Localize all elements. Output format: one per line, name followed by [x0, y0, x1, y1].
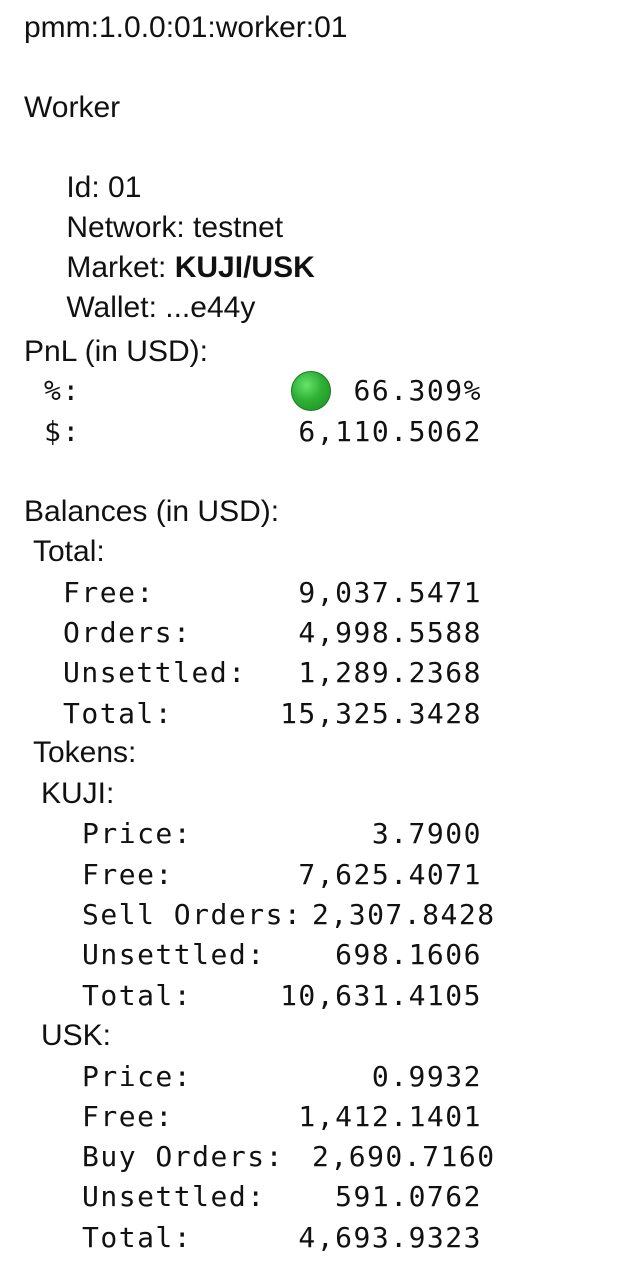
- worker-wallet-value: ...e44y: [165, 291, 256, 324]
- worker-network-row: Network: testnet: [33, 168, 283, 244]
- worker-id-row: Id: 01: [33, 128, 141, 204]
- usk-unsettled-label: Unsettled:: [82, 1180, 266, 1213]
- total-total-value: 15,325.3428: [280, 697, 482, 730]
- total-unsettled-label: Unsettled:: [63, 656, 247, 689]
- pnl-usd-value: 6,110.5062: [298, 415, 482, 448]
- pnl-percent-label: %:: [44, 374, 81, 407]
- usk-price-label: Price:: [82, 1060, 193, 1093]
- pnl-usd-label: $:: [44, 415, 81, 448]
- usk-free-value: 1,412.1401: [298, 1100, 482, 1133]
- usk-total-label: Total:: [82, 1221, 193, 1254]
- total-orders-value: 4,998.5588: [298, 616, 482, 649]
- total-orders-label: Orders:: [63, 616, 192, 649]
- pnl-heading: PnL (in USD):: [24, 335, 208, 368]
- kuji-price-value: 3.7900: [371, 817, 482, 850]
- kuji-free-label: Free:: [82, 858, 174, 891]
- kuji-total-value: 10,631.4105: [280, 979, 482, 1012]
- total-unsettled-value: 1,289.2368: [298, 656, 482, 689]
- total-total-label: Total:: [63, 697, 174, 730]
- worker-wallet-label: Wallet:: [66, 291, 157, 324]
- tokens-heading: Tokens:: [33, 736, 137, 769]
- kuji-sell-orders-value: 2,307.8428: [312, 898, 496, 931]
- token-kuji-heading: KUJI:: [41, 777, 115, 810]
- usk-buy-orders-value: 2,690.7160: [312, 1140, 496, 1173]
- kuji-price-label: Price:: [82, 817, 193, 850]
- kuji-unsettled-value: 698.1606: [335, 938, 482, 971]
- token-usk-heading: USK:: [41, 1019, 112, 1052]
- total-free-label: Free:: [63, 576, 155, 609]
- worker-wallet-row: Wallet: ...e44y: [33, 248, 255, 324]
- usk-price-value: 0.9932: [371, 1060, 482, 1093]
- worker-market-row: Market: KUJI/USK: [33, 208, 314, 284]
- usk-buy-orders-label: Buy Orders:: [82, 1140, 284, 1173]
- usk-unsettled-value: 591.0762: [335, 1180, 482, 1213]
- kuji-free-value: 7,625.4071: [298, 858, 482, 891]
- kuji-sell-orders-label: Sell Orders:: [82, 898, 303, 931]
- balances-heading: Balances (in USD):: [24, 495, 280, 528]
- pnl-percent-value: 66.309%: [353, 374, 482, 407]
- kuji-unsettled-label: Unsettled:: [82, 938, 266, 971]
- worker-status-message: pmm:1.0.0:01:worker:01 Worker Id: 01 Net…: [0, 0, 618, 1280]
- balances-total-heading: Total:: [33, 535, 105, 568]
- total-free-value: 9,037.5471: [298, 576, 482, 609]
- usk-total-value: 4,693.9323: [298, 1221, 482, 1254]
- kuji-total-label: Total:: [82, 979, 193, 1012]
- usk-free-label: Free:: [82, 1100, 174, 1133]
- worker-heading: Worker: [24, 91, 121, 124]
- worker-title: pmm:1.0.0:01:worker:01: [24, 11, 348, 44]
